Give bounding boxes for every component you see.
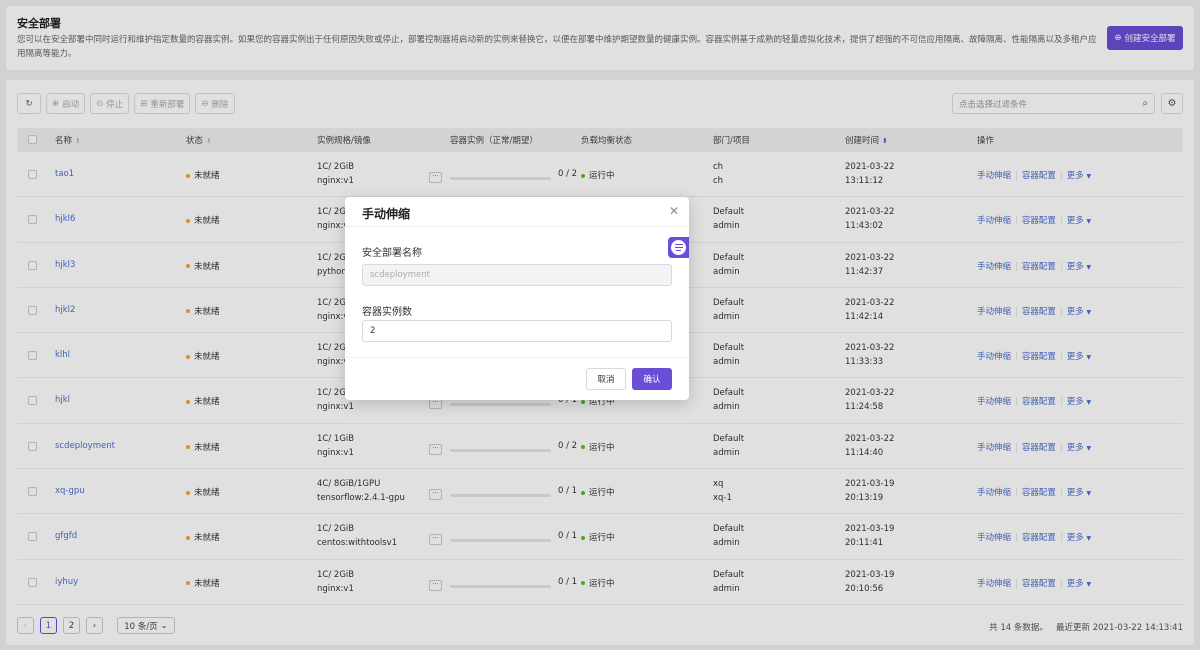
chat-icon — [671, 240, 686, 255]
instance-count-input[interactable]: 2 — [362, 320, 672, 342]
close-icon[interactable]: ✕ — [669, 204, 679, 218]
deployment-name-field: scdeployment — [362, 264, 672, 286]
chat-float-button[interactable] — [668, 237, 689, 258]
instance-count-label: 容器实例数 — [362, 307, 412, 318]
deployment-name-label: 安全部署名称 — [362, 248, 422, 259]
scale-modal: 手动伸缩 ✕ 安全部署名称 scdeployment 容器实例数 2 取消 确认 — [345, 197, 689, 400]
modal-title: 手动伸缩 — [362, 207, 411, 221]
cancel-button[interactable]: 取消 — [586, 368, 626, 390]
confirm-button[interactable]: 确认 — [632, 368, 672, 390]
